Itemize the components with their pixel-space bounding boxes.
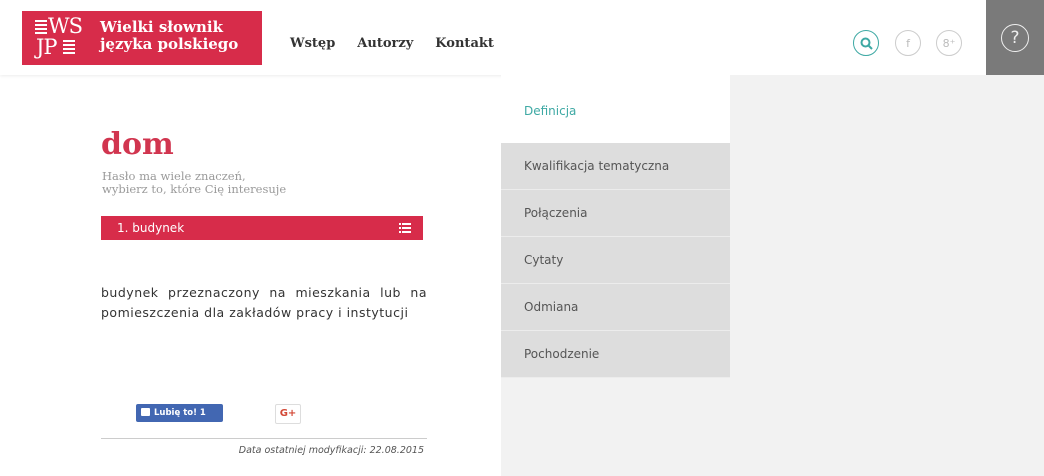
entry-headword: dom xyxy=(101,127,174,162)
entry-hint: Hasło ma wiele znaczeń, wybierz to, któr… xyxy=(102,170,402,196)
facebook-icon[interactable]: f xyxy=(895,30,921,56)
side-menu: Kwalifikacja tematyczna Połączenia Cytat… xyxy=(501,143,730,378)
logo-mark-bottom: JP xyxy=(36,35,58,59)
facebook-glyph: f xyxy=(906,36,910,50)
like-label: Lubię to! 1 xyxy=(154,408,206,418)
facebook-like-button[interactable]: Lubię to! 1 xyxy=(136,404,223,422)
help-icon: ? xyxy=(1001,23,1029,52)
meaning-selector[interactable]: 1. budynek xyxy=(101,216,423,240)
googleplus-share-button[interactable]: G+ xyxy=(275,404,301,424)
selected-meaning-label: 1. budynek xyxy=(117,221,185,235)
wsjp-logo-mark: WS JP xyxy=(34,14,92,60)
tab-polaczenia[interactable]: Połączenia xyxy=(501,190,730,237)
search-icon[interactable] xyxy=(853,30,879,56)
definition-text: budynek przeznaczony na mieszkania lub n… xyxy=(101,285,427,320)
nav-link-kontakt[interactable]: Kontakt xyxy=(435,36,494,51)
tab-odmiana[interactable]: Odmiana xyxy=(501,284,730,331)
nav-link-autorzy[interactable]: Autorzy xyxy=(357,36,413,51)
last-modified-date: Data ostatniej modyfikacji: 22.08.2015 xyxy=(238,445,424,456)
thumbs-up-icon xyxy=(141,408,150,416)
logo-title-line1: Wielki słownik xyxy=(100,18,223,36)
list-icon xyxy=(399,223,411,235)
googleplus-icon[interactable]: 8⁺ xyxy=(936,30,962,56)
tab-kwalifikacja-tematyczna[interactable]: Kwalifikacja tematyczna xyxy=(501,143,730,190)
googleplus-glyph: 8⁺ xyxy=(942,36,956,50)
magnifier-icon xyxy=(860,37,873,50)
tab-cytaty[interactable]: Cytaty xyxy=(501,237,730,284)
site-logo[interactable]: WS JP Wielki słownik języka polskiego xyxy=(22,11,262,65)
help-glyph: ? xyxy=(1010,27,1020,48)
logo-title: Wielki słownik języka polskiego xyxy=(100,19,238,53)
entry-hint-line2: wybierz to, które Cię interesuje xyxy=(102,182,287,196)
top-header: WS JP Wielki słownik języka polskiego Ws… xyxy=(0,0,1044,75)
main-nav: Wstęp Autorzy Kontakt xyxy=(290,36,494,51)
logo-title-line2: języka polskiego xyxy=(100,35,239,53)
footer-divider xyxy=(101,438,427,439)
tab-definicja[interactable]: Definicja xyxy=(501,75,730,143)
nav-link-wstep[interactable]: Wstęp xyxy=(290,36,335,51)
tab-pochodzenie[interactable]: Pochodzenie xyxy=(501,331,730,378)
help-button[interactable]: ? xyxy=(986,0,1044,75)
